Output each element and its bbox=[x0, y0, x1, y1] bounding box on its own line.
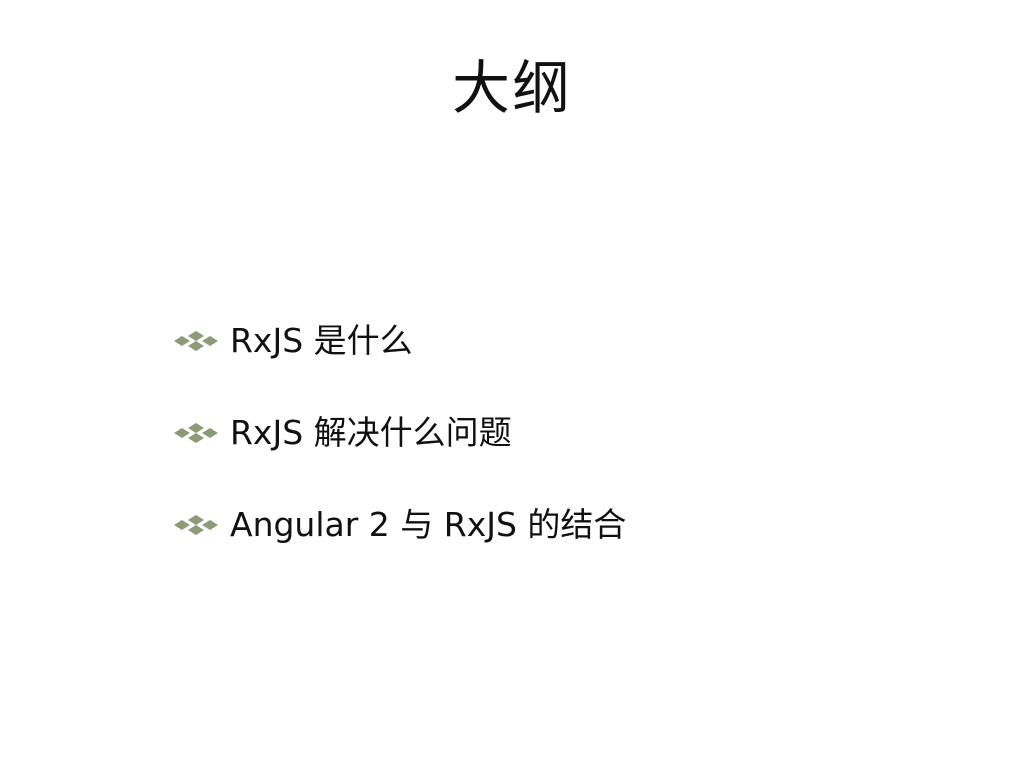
bullet-list: RxJS 是什么 RxJS 解决什么问题 Angular 2 与 RxJS 的结… bbox=[172, 318, 626, 548]
diamond-cluster-icon bbox=[174, 423, 218, 443]
bullet-text: Angular 2 与 RxJS 的结合 bbox=[230, 505, 627, 544]
bullet-text: RxJS 解决什么问题 bbox=[230, 413, 512, 452]
diamond-cluster-icon bbox=[174, 331, 218, 351]
bullet-item: RxJS 是什么 bbox=[172, 318, 626, 364]
diamond-cluster-icon bbox=[174, 515, 218, 535]
bullet-text: RxJS 是什么 bbox=[230, 321, 413, 360]
bullet-item: RxJS 解决什么问题 bbox=[172, 410, 626, 456]
slide: 大纲 RxJS 是什么 RxJS 解决什么问题 Angular 2 与 RxJS… bbox=[0, 0, 1024, 768]
bullet-item: Angular 2 与 RxJS 的结合 bbox=[172, 502, 626, 548]
slide-title: 大纲 bbox=[451, 54, 572, 122]
